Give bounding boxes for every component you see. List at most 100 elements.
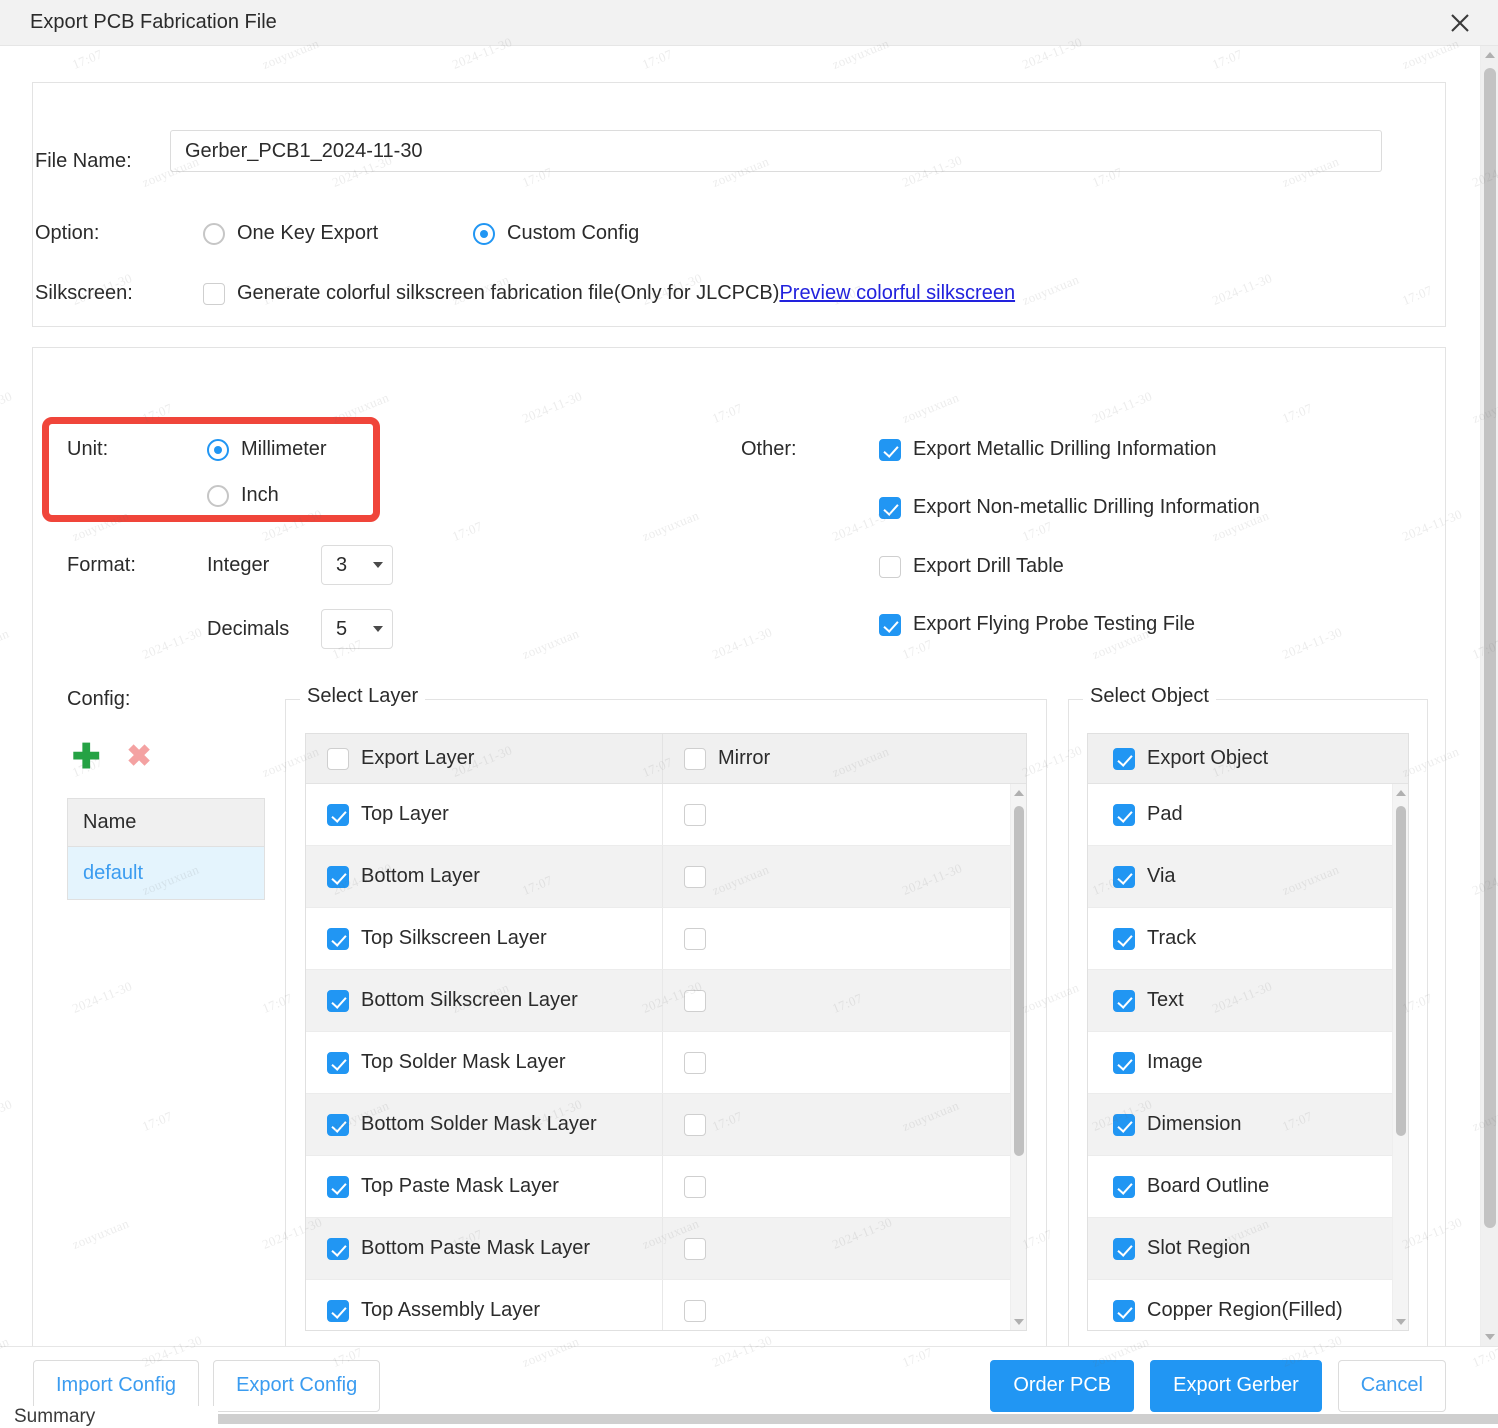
list-item[interactable]: Pad [1088, 784, 1392, 846]
dialog-scrollbar[interactable] [1480, 46, 1498, 1346]
checkbox-object-pad[interactable] [1113, 804, 1135, 826]
layer-export-cell[interactable]: Top Layer [306, 784, 663, 845]
layer-mirror-cell[interactable] [663, 1218, 1010, 1279]
checkbox-export-bottom-silkscreen[interactable] [327, 990, 349, 1012]
import-config-button[interactable]: Import Config [33, 1360, 199, 1412]
checkbox-object-track[interactable] [1113, 928, 1135, 950]
scrollbar-thumb[interactable] [1484, 68, 1496, 1228]
cross-icon[interactable]: ✖ [127, 742, 152, 772]
checkbox-object-via[interactable] [1113, 866, 1135, 888]
layer-export-cell[interactable]: Bottom Layer [306, 846, 663, 907]
radio-unit-millimeter[interactable]: Millimeter [207, 438, 327, 461]
radio-custom-config[interactable]: Custom Config [473, 222, 639, 245]
checkbox-export-flying-probe[interactable]: Export Flying Probe Testing File [879, 613, 1195, 636]
layer-mirror-cell[interactable] [663, 1094, 1010, 1155]
checkbox-export-nonmetallic-drilling[interactable]: Export Non-metallic Drilling Information [879, 496, 1260, 519]
decimals-select[interactable]: 5 [321, 609, 393, 649]
silkscreen-checkbox[interactable] [203, 283, 225, 305]
table-row[interactable]: Top Silkscreen Layer [306, 908, 1010, 970]
table-row[interactable]: Top Paste Mask Layer [306, 1156, 1010, 1218]
checkbox-object-copper-region[interactable] [1113, 1300, 1135, 1322]
layer-mirror-cell[interactable] [663, 784, 1010, 845]
list-item[interactable]: Via [1088, 846, 1392, 908]
layer-export-cell[interactable]: Top Solder Mask Layer [306, 1032, 663, 1093]
table-row[interactable]: Bottom Layer [306, 846, 1010, 908]
checkbox-export-drill-table[interactable]: Export Drill Table [879, 555, 1064, 578]
layer-export-cell[interactable]: Top Paste Mask Layer [306, 1156, 663, 1217]
layer-export-cell[interactable]: Top Assembly Layer [306, 1280, 663, 1331]
layer-mirror-cell[interactable] [663, 970, 1010, 1031]
select-object-header-row[interactable]: Export Object [1088, 734, 1408, 784]
scroll-up-icon[interactable] [1393, 785, 1408, 801]
silkscreen-checkbox-row[interactable]: Generate colorful silkscreen fabrication… [203, 282, 1015, 305]
radio-circle-custom[interactable] [473, 223, 495, 245]
checkbox-export-top-assembly[interactable] [327, 1300, 349, 1322]
integer-select[interactable]: 3 [321, 545, 393, 585]
checkbox-mirror-bottom-paste-mask[interactable] [684, 1238, 706, 1260]
layer-export-cell[interactable]: Top Silkscreen Layer [306, 908, 663, 969]
checkbox-mirror-top-paste-mask[interactable] [684, 1176, 706, 1198]
radio-circle-millimeter[interactable] [207, 439, 229, 461]
layer-mirror-cell[interactable] [663, 908, 1010, 969]
layer-export-cell[interactable]: Bottom Paste Mask Layer [306, 1218, 663, 1279]
checkbox-object-board-outline[interactable] [1113, 1176, 1135, 1198]
header-cell-mirror[interactable]: Mirror [663, 734, 1026, 783]
checkbox-mirror-top-assembly[interactable] [684, 1300, 706, 1322]
checkbox-export-top-solder-mask[interactable] [327, 1052, 349, 1074]
layer-mirror-cell[interactable] [663, 1280, 1010, 1331]
select-layer-scrollbar[interactable] [1010, 784, 1026, 1331]
close-icon[interactable] [1440, 4, 1480, 42]
checkbox-export-metallic-drilling[interactable]: Export Metallic Drilling Information [879, 438, 1216, 461]
radio-circle-one-key[interactable] [203, 223, 225, 245]
scroll-up-icon[interactable] [1011, 785, 1026, 801]
scroll-down-icon[interactable] [1011, 1314, 1026, 1330]
list-item[interactable]: Slot Region [1088, 1218, 1392, 1280]
list-item[interactable]: Text [1088, 970, 1392, 1032]
checkbox-mirror-top-solder-mask[interactable] [684, 1052, 706, 1074]
select-object-scrollbar[interactable] [1392, 784, 1408, 1331]
table-row[interactable]: Bottom Paste Mask Layer [306, 1218, 1010, 1280]
checkbox-header-export-layer[interactable] [327, 748, 349, 770]
preview-colorful-silkscreen-link[interactable]: Preview colorful silkscreen [779, 282, 1015, 305]
checkbox-mirror-bottom-silkscreen[interactable] [684, 990, 706, 1012]
checkbox-object-slot-region[interactable] [1113, 1238, 1135, 1260]
checkbox-mirror-bottom-solder-mask[interactable] [684, 1114, 706, 1136]
header-cell-export-layer[interactable]: Export Layer [306, 734, 663, 783]
checkbox-header-mirror[interactable] [684, 748, 706, 770]
checkbox-header-export-object[interactable] [1113, 748, 1135, 770]
plus-icon[interactable]: ✚ [72, 740, 101, 774]
checkbox-object-text[interactable] [1113, 990, 1135, 1012]
list-item[interactable]: Board Outline [1088, 1156, 1392, 1218]
scrollbar-thumb[interactable] [1396, 806, 1406, 1136]
radio-one-key-export[interactable]: One Key Export [203, 222, 378, 245]
list-item[interactable]: Track [1088, 908, 1392, 970]
table-row[interactable]: Top Assembly Layer [306, 1280, 1010, 1331]
checkbox-object-image[interactable] [1113, 1052, 1135, 1074]
checkbox-box-drill-table[interactable] [879, 556, 901, 578]
checkbox-box-nonmetallic[interactable] [879, 497, 901, 519]
checkbox-box-metallic[interactable] [879, 439, 901, 461]
scroll-down-icon[interactable] [1393, 1314, 1408, 1330]
radio-circle-inch[interactable] [207, 485, 229, 507]
export-config-button[interactable]: Export Config [213, 1360, 380, 1412]
checkbox-mirror-top-silkscreen[interactable] [684, 928, 706, 950]
list-item[interactable]: Dimension [1088, 1094, 1392, 1156]
cancel-button[interactable]: Cancel [1338, 1360, 1446, 1412]
table-row[interactable]: Bottom Solder Mask Layer [306, 1094, 1010, 1156]
order-pcb-button[interactable]: Order PCB [990, 1360, 1134, 1412]
checkbox-export-bottom-layer[interactable] [327, 866, 349, 888]
layer-export-cell[interactable]: Bottom Solder Mask Layer [306, 1094, 663, 1155]
config-row-default[interactable]: default [68, 847, 264, 899]
scroll-up-icon[interactable] [1481, 46, 1498, 64]
layer-export-cell[interactable]: Bottom Silkscreen Layer [306, 970, 663, 1031]
file-name-input[interactable] [170, 130, 1382, 172]
checkbox-export-top-layer[interactable] [327, 804, 349, 826]
export-gerber-button[interactable]: Export Gerber [1150, 1360, 1322, 1412]
checkbox-export-top-paste-mask[interactable] [327, 1176, 349, 1198]
scroll-down-icon[interactable] [1481, 1328, 1498, 1346]
checkbox-box-flying-probe[interactable] [879, 614, 901, 636]
layer-mirror-cell[interactable] [663, 846, 1010, 907]
layer-mirror-cell[interactable] [663, 1032, 1010, 1093]
layer-mirror-cell[interactable] [663, 1156, 1010, 1217]
checkbox-export-bottom-paste-mask[interactable] [327, 1238, 349, 1260]
